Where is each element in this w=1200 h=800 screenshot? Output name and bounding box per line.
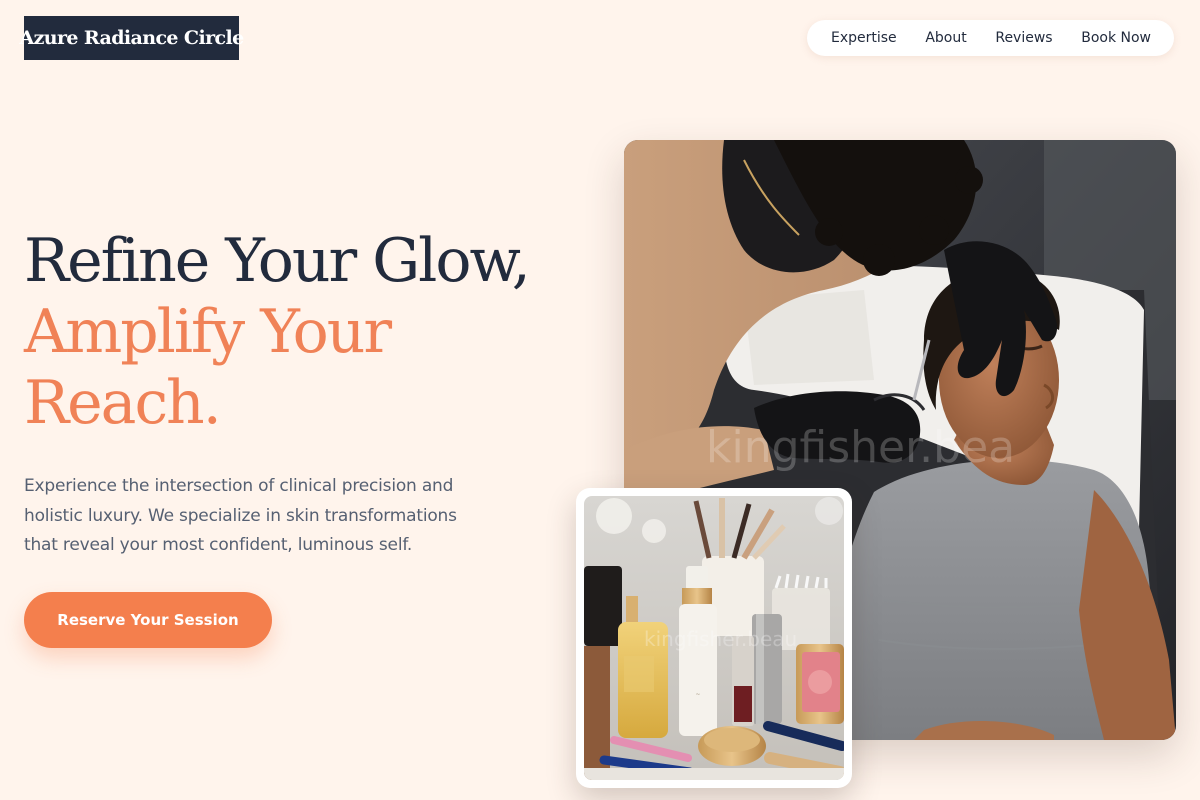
nav-link-expertise[interactable]: Expertise: [831, 30, 897, 46]
nav-link-reviews[interactable]: Reviews: [995, 30, 1052, 46]
nav-link-about[interactable]: About: [925, 30, 966, 46]
inset-photo-frame: ~ kingfisher.beau: [576, 488, 852, 788]
inset-image-watermark: kingfisher.beau: [644, 627, 797, 651]
headline-line-3: Reach.: [24, 368, 222, 438]
nav-link-book-now[interactable]: Book Now: [1081, 30, 1151, 46]
headline-line-1: Refine Your Glow,: [24, 226, 531, 296]
headline-line-2: Amplify Your: [24, 297, 392, 367]
hero-description: Experience the intersection of clinical …: [24, 476, 457, 555]
reserve-session-button[interactable]: Reserve Your Session: [24, 592, 272, 648]
main-nav: Expertise About Reviews Book Now: [807, 20, 1174, 56]
brand-logo[interactable]: Azure Radiance Circle: [19, 16, 244, 60]
svg-text:~: ~: [695, 691, 700, 698]
hero-image-watermark: kingfisher.bea: [706, 422, 1015, 473]
hero-headline: Refine Your Glow, Amplify Your Reach.: [24, 226, 531, 439]
beauty-products-photo: ~ kingfisher.beau: [584, 496, 844, 780]
